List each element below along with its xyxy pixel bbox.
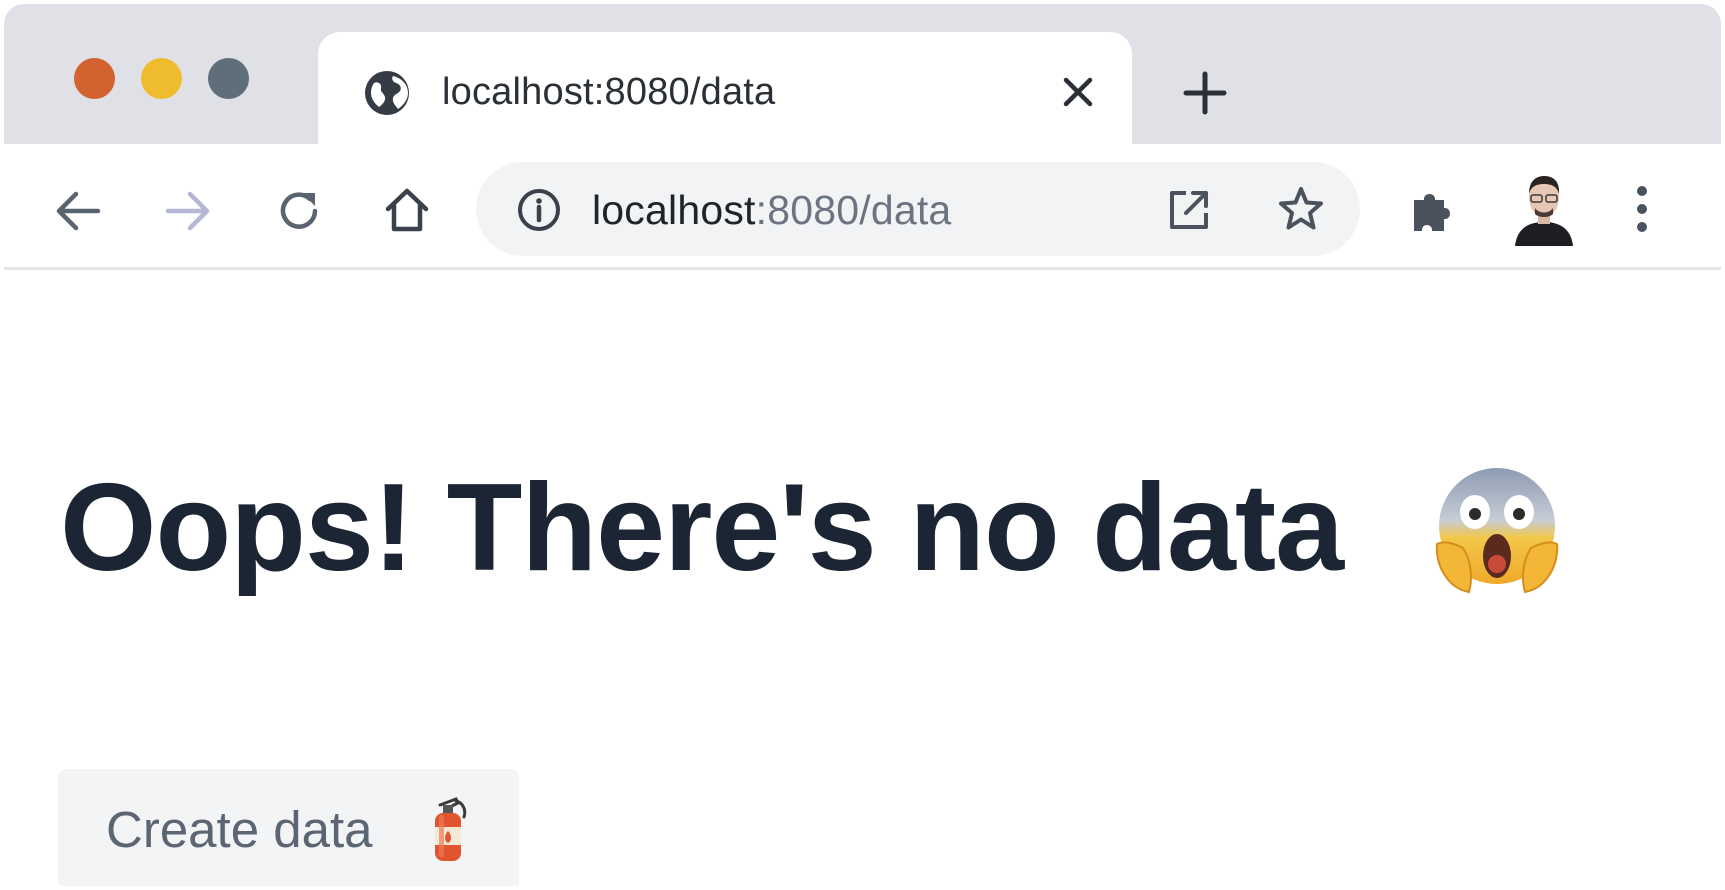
url-host: localhost	[592, 187, 756, 233]
url-path: :8080/data	[755, 187, 952, 233]
address-bar[interactable]: localhost:8080/data	[476, 162, 1360, 256]
reload-icon[interactable]	[274, 186, 324, 236]
page-title: Oops! There's no data	[60, 459, 1344, 597]
external-link-icon[interactable]	[1166, 187, 1212, 233]
tab-title: localhost:8080/data	[442, 71, 776, 113]
fire-extinguisher-emoji	[435, 797, 467, 861]
browser-window: localhost:8080/data localhost:8080/data …	[4, 4, 1721, 886]
info-icon[interactable]	[516, 187, 562, 233]
close-icon[interactable]	[1058, 72, 1098, 112]
kebab-menu-icon[interactable]	[1634, 184, 1650, 234]
home-icon[interactable]	[382, 184, 432, 236]
star-icon[interactable]	[1276, 184, 1326, 234]
close-window-button[interactable]	[74, 58, 115, 99]
screaming-face-emoji	[1435, 468, 1559, 594]
plus-icon[interactable]	[1182, 70, 1228, 116]
tab-strip: localhost:8080/data	[4, 4, 1721, 147]
url-text[interactable]: localhost:8080/data	[592, 180, 951, 240]
page-content: Oops! There's no data Create data	[4, 273, 1721, 886]
globe-icon	[365, 71, 409, 115]
tab-active[interactable]: localhost:8080/data	[318, 32, 1132, 147]
browser-toolbar: localhost:8080/data	[4, 144, 1721, 270]
maximize-window-button[interactable]	[208, 58, 249, 99]
avatar[interactable]	[1513, 170, 1575, 246]
arrow-right-icon[interactable]	[164, 188, 212, 234]
puzzle-icon[interactable]	[1408, 186, 1458, 236]
minimize-window-button[interactable]	[141, 58, 182, 99]
arrow-left-icon[interactable]	[54, 188, 102, 234]
create-data-label: Create data	[106, 801, 373, 858]
create-data-button[interactable]: Create data	[58, 769, 519, 886]
